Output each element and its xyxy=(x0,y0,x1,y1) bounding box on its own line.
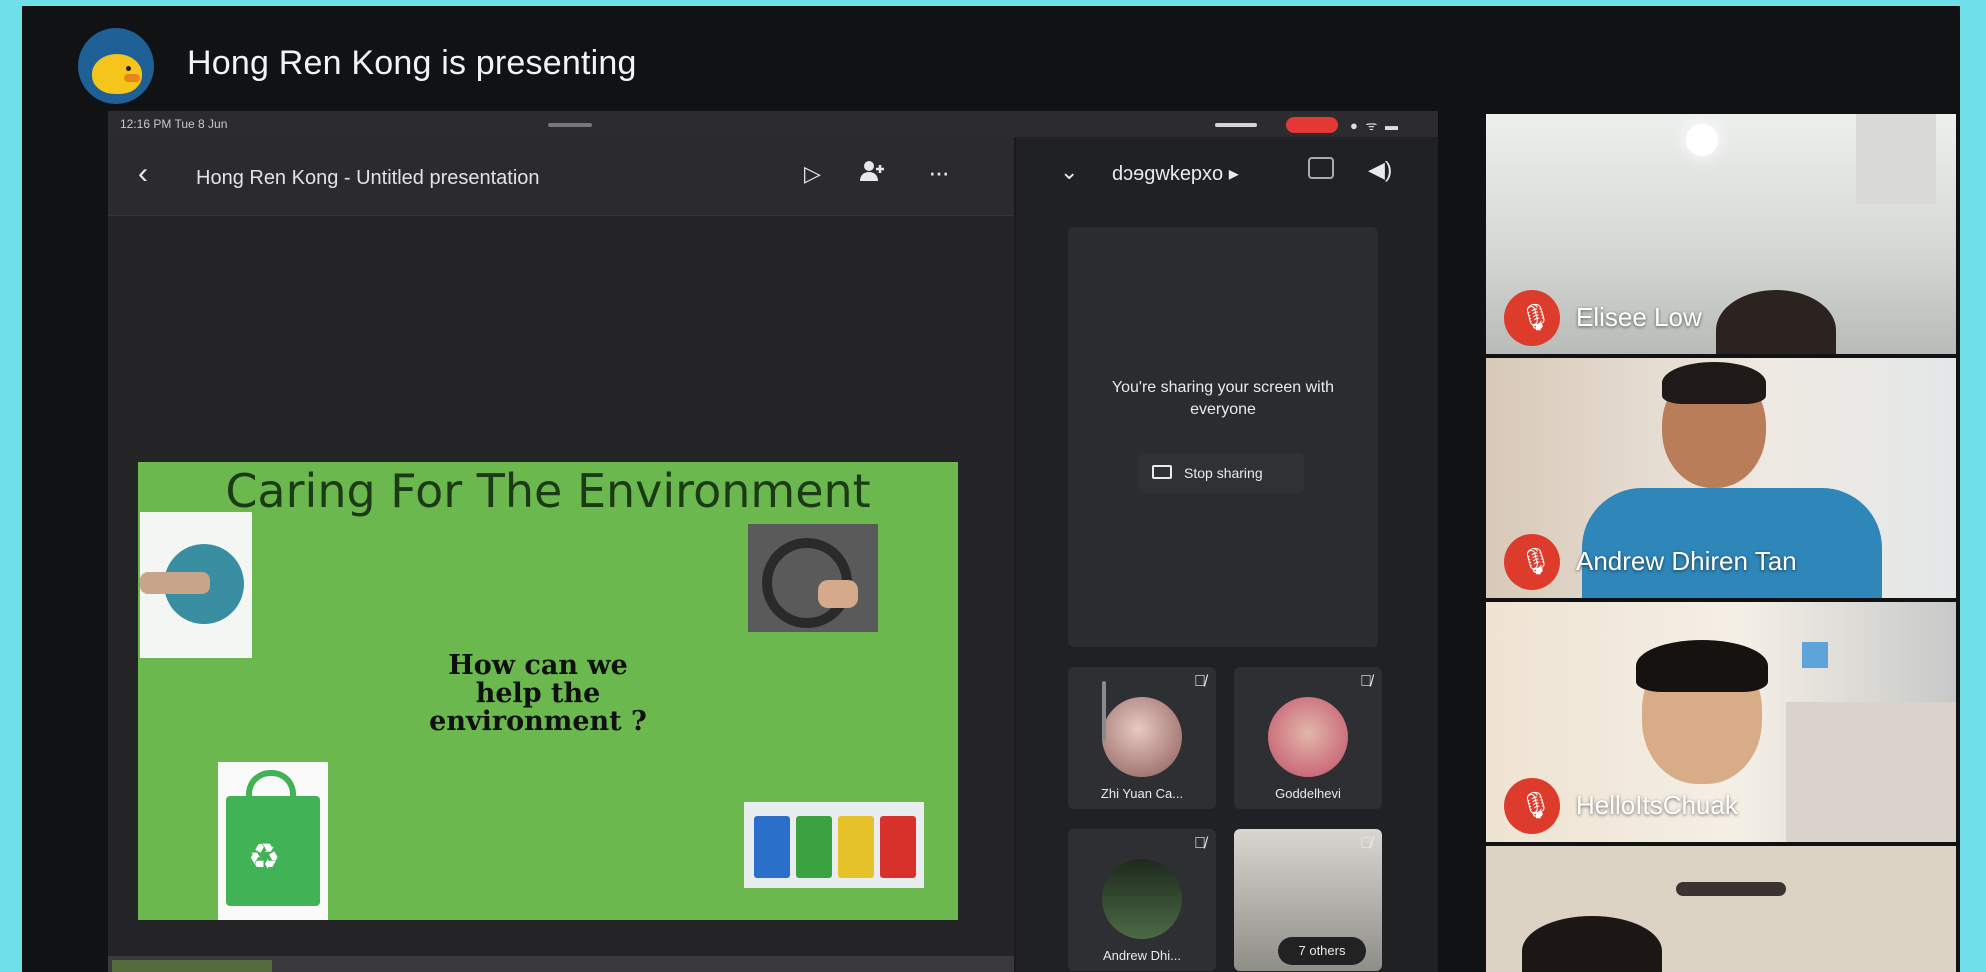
slide-thumbnail[interactable] xyxy=(112,960,272,972)
slide-title: Caring For The Environment xyxy=(225,464,871,518)
presenter-bar: Hong Ren Kong is presenting xyxy=(22,6,1960,116)
mic-off-icon: 🎙 xyxy=(1504,290,1560,346)
mic-off-icon: 🎙̸ xyxy=(1360,673,1372,690)
mic-off-icon: 🎙 xyxy=(1504,534,1560,590)
slide-image-recycle-bag: ♻ xyxy=(218,762,328,920)
slide-image-earth-hand xyxy=(140,512,252,658)
slide-filmstrip[interactable] xyxy=(108,956,1014,972)
person-hair xyxy=(1662,362,1766,404)
participant-name: Andrew Dhiren Tan xyxy=(1576,546,1797,576)
mic-off-icon: 🎙̸ xyxy=(1194,673,1206,690)
meeting-code[interactable]: dɔɘgwkepxo ▸ xyxy=(1112,161,1239,186)
participant-video[interactable]: 🎙 Andrew Dhiren Tan xyxy=(1486,358,1956,598)
participant-video[interactable]: 🎙 Elisee Low xyxy=(1486,114,1956,354)
person-hair xyxy=(1636,640,1768,692)
presenting-title: Hong Ren Kong is presenting xyxy=(187,44,637,82)
shelf-item xyxy=(1802,642,1828,668)
meet-header: ⌄ dɔɘgwkepxo ▸ ◀) xyxy=(1016,137,1438,209)
air-conditioner xyxy=(1856,114,1936,204)
back-icon[interactable]: ‹ xyxy=(138,159,148,189)
status-icons: ● ᯤ ▬ xyxy=(1350,118,1400,133)
avatar xyxy=(1102,859,1182,939)
slide: Caring For The Environment ♻ How can we … xyxy=(138,462,958,920)
avatar xyxy=(1102,697,1182,777)
participant-tile[interactable]: 🎙̸ 7 others xyxy=(1234,829,1382,971)
split-view-handle xyxy=(1215,123,1257,127)
person-head xyxy=(1716,290,1836,354)
participant-tile[interactable]: 🎙̸ Zhi Yuan Ca... xyxy=(1068,667,1216,809)
switch-camera-icon[interactable] xyxy=(1308,157,1334,179)
slide-canvas: Caring For The Environment ♻ How can we … xyxy=(108,216,1014,956)
participant-name: Andrew Dhi... xyxy=(1102,948,1182,963)
slide-question: How can we help the environment ? xyxy=(429,650,647,737)
stop-sharing-button[interactable]: Stop sharing xyxy=(1138,453,1304,493)
multitask-handle xyxy=(548,123,592,127)
mic-off-icon: 🎙̸ xyxy=(1360,835,1372,852)
participant-name: Zhi Yuan Ca... xyxy=(1100,786,1184,801)
bookshelf xyxy=(1786,702,1956,842)
slides-toolbar: ‹ Hong Ren Kong - Untitled presentation … xyxy=(108,137,1014,216)
split-view-divider[interactable] xyxy=(1102,681,1106,741)
shared-screen: 12:16 PM Tue 8 Jun ● ᯤ ▬ ‹ Hong Ren Kong… xyxy=(108,111,1438,972)
add-person-icon[interactable] xyxy=(860,159,886,190)
avatar xyxy=(1268,697,1348,777)
participant-name: Elisee Low xyxy=(1576,302,1702,332)
document-title: Hong Ren Kong - Untitled presentation xyxy=(196,167,540,189)
ceiling-fan xyxy=(1676,882,1786,896)
recycle-icon: ♻ xyxy=(248,836,281,877)
play-icon[interactable]: ▷ xyxy=(804,161,821,187)
chevron-down-icon[interactable]: ⌄ xyxy=(1060,159,1078,185)
person-shirt xyxy=(1582,488,1882,598)
participant-video[interactable]: 🎙 HelloItsChuak xyxy=(1486,602,1956,842)
others-count[interactable]: 7 others xyxy=(1278,937,1366,965)
participant-tile[interactable]: 🎙̸ Goddelhevi xyxy=(1234,667,1382,809)
slides-app: ‹ Hong Ren Kong - Untitled presentation … xyxy=(108,137,1014,972)
participant-tile[interactable]: 🎙̸ Andrew Dhi... xyxy=(1068,829,1216,971)
recording-indicator xyxy=(1286,117,1338,133)
participant-name: HelloItsChuak xyxy=(1576,790,1738,820)
slide-image-steering-wheel xyxy=(748,524,878,632)
meet-side-panel: ⌄ dɔɘgwkepxo ▸ ◀) You're sharing your sc… xyxy=(1016,137,1438,972)
screen-share-icon xyxy=(1152,465,1172,479)
share-message: You're sharing your screen with everyone xyxy=(1111,379,1335,418)
screen-share-card: You're sharing your screen with everyone… xyxy=(1068,227,1378,647)
mic-off-icon: 🎙 xyxy=(1504,778,1560,834)
ipad-status-bar: 12:16 PM Tue 8 Jun ● ᯤ ▬ xyxy=(108,111,1438,137)
status-time: 12:16 PM Tue 8 Jun xyxy=(120,117,228,131)
meet-window: Hong Ren Kong is presenting 12:16 PM Tue… xyxy=(22,6,1960,972)
speaker-icon[interactable]: ◀) xyxy=(1368,157,1392,183)
participant-name: Goddelhevi xyxy=(1275,786,1341,801)
presenter-avatar xyxy=(78,28,154,104)
mic-off-icon: 🎙̸ xyxy=(1194,835,1206,852)
more-icon[interactable]: ··· xyxy=(928,157,950,188)
person-head xyxy=(1522,916,1662,972)
ceiling-light xyxy=(1686,124,1718,156)
slide-image-recycling-bins xyxy=(744,802,924,888)
stop-sharing-label: Stop sharing xyxy=(1184,465,1263,481)
participant-video[interactable] xyxy=(1486,846,1956,972)
